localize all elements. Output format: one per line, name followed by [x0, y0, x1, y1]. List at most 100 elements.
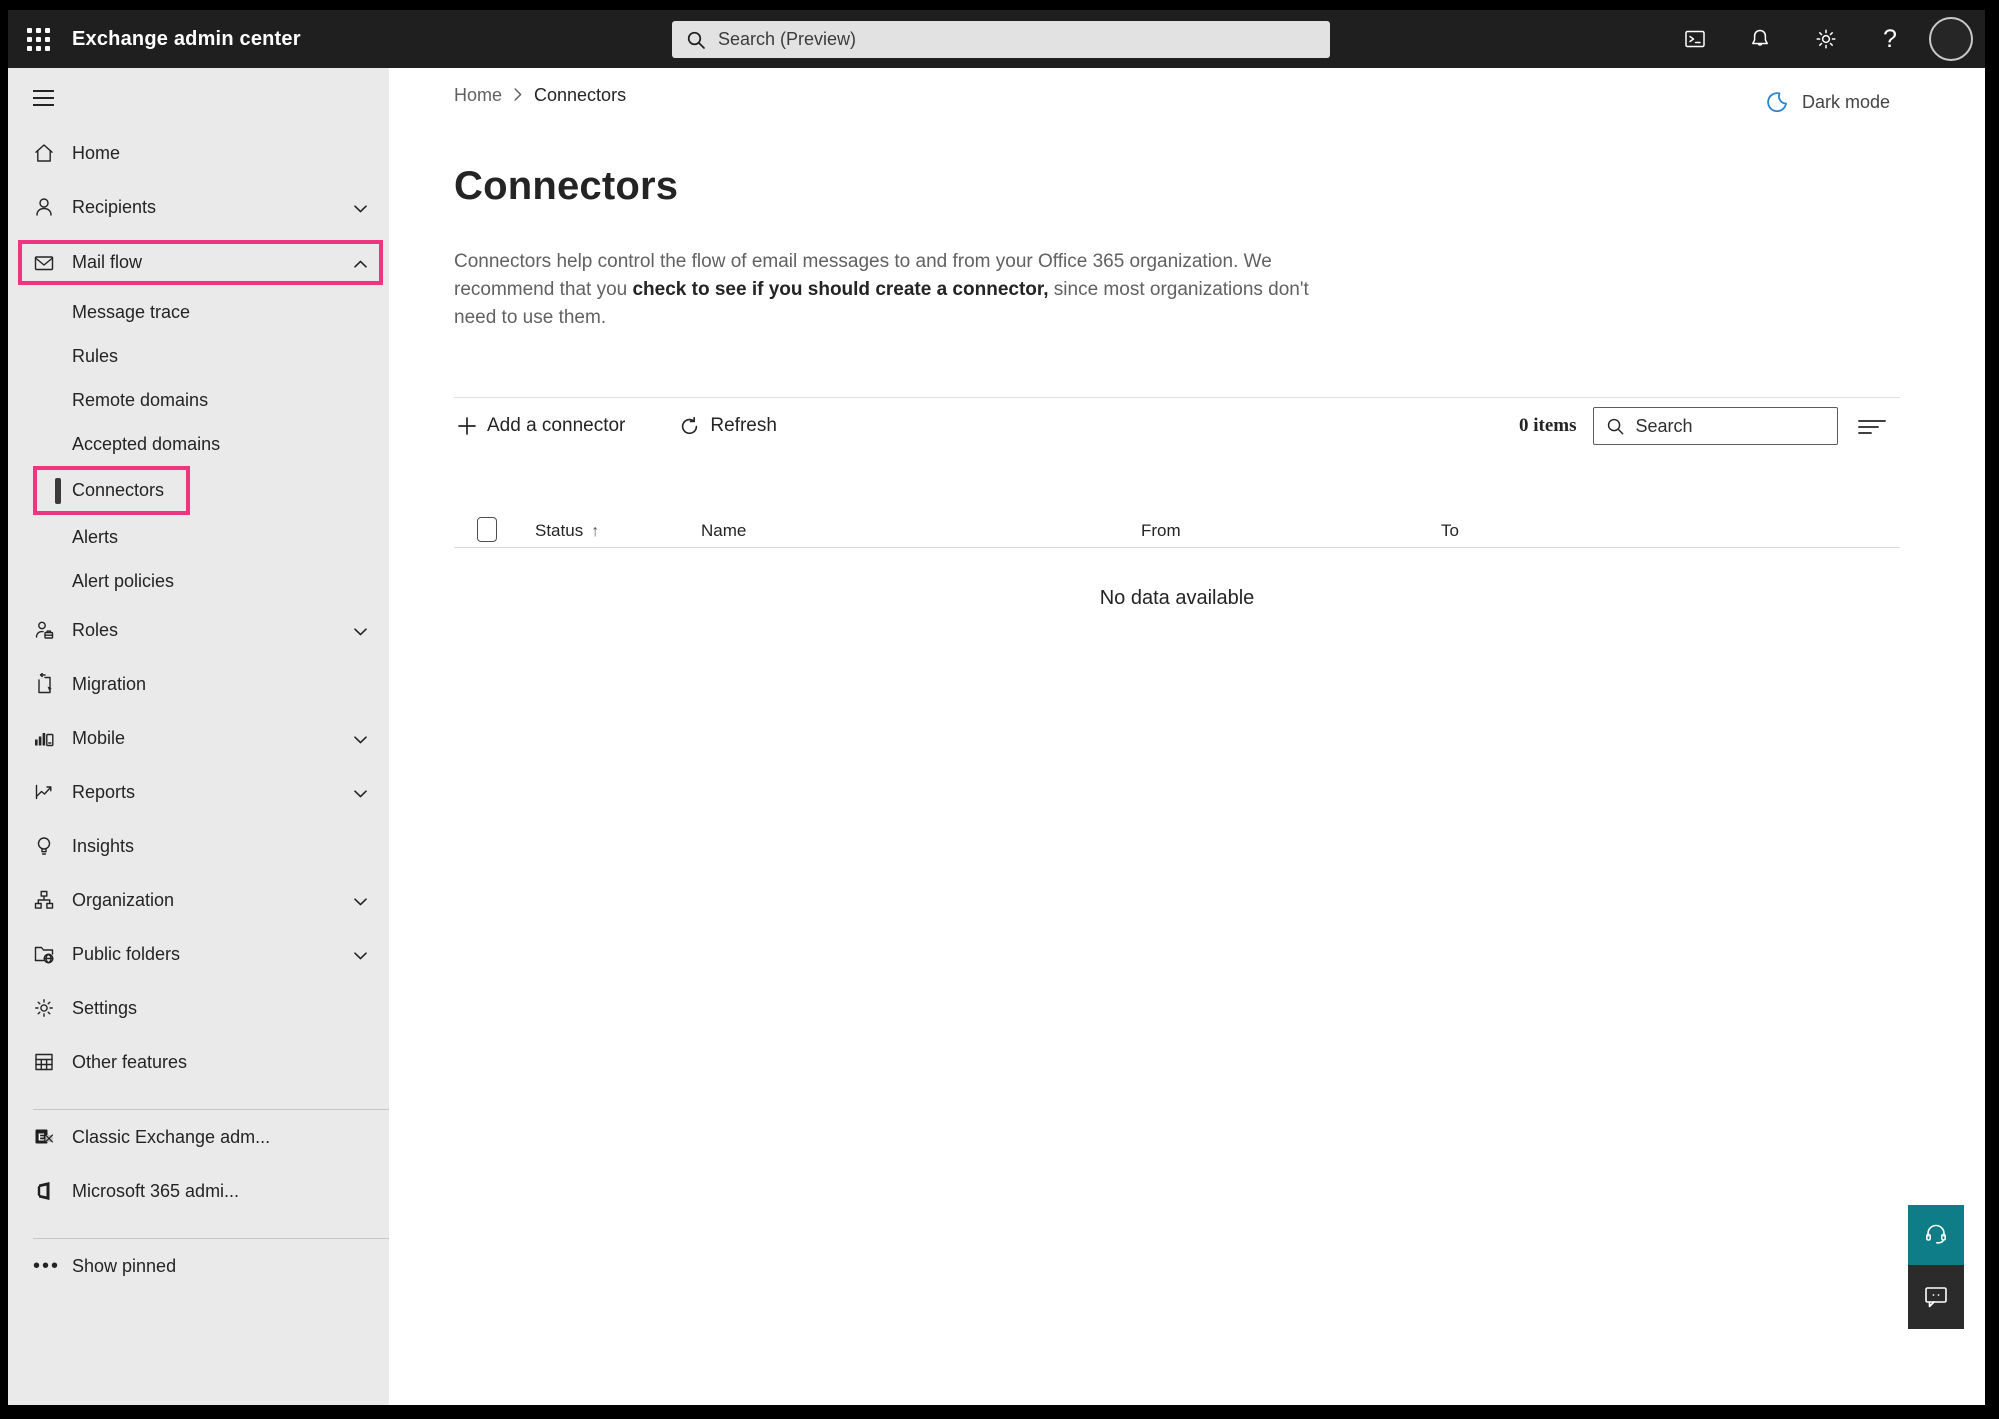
- sidebar-item-m365-admin[interactable]: Microsoft 365 admi...: [8, 1164, 389, 1218]
- toolbar-divider: [454, 397, 1900, 398]
- global-search-box[interactable]: [672, 21, 1330, 58]
- microsoft-365-logo-icon: [33, 1180, 55, 1202]
- sidebar-item-label: Other features: [72, 1052, 367, 1073]
- waffle-icon: [27, 28, 50, 51]
- dark-mode-toggle[interactable]: Dark mode: [1765, 90, 1890, 114]
- sidebar-item-other-features[interactable]: Other features: [8, 1035, 389, 1089]
- settings-button[interactable]: [1806, 19, 1846, 59]
- moon-icon: [1765, 90, 1789, 114]
- add-connector-button[interactable]: Add a connector: [451, 411, 631, 441]
- app-launcher-button[interactable]: [16, 17, 60, 61]
- sidebar-item-label: Alerts: [72, 527, 118, 548]
- sidebar-item-roles[interactable]: Roles: [8, 603, 389, 657]
- select-all-checkbox[interactable]: [477, 517, 497, 542]
- sidebar-item-accepted-domains[interactable]: Accepted domains: [8, 422, 389, 466]
- sidebar-item-label: Microsoft 365 admi...: [72, 1181, 367, 1202]
- breadcrumb-home-link[interactable]: Home: [454, 85, 502, 106]
- refresh-button[interactable]: Refresh: [673, 411, 783, 441]
- refresh-label: Refresh: [710, 415, 777, 437]
- person-briefcase-icon: [33, 619, 55, 641]
- page-title: Connectors: [454, 164, 678, 209]
- sidebar-item-classic-exchange[interactable]: E Classic Exchange adm...: [8, 1110, 389, 1164]
- nav-collapse-button[interactable]: [8, 76, 389, 120]
- column-header-name[interactable]: Name: [701, 521, 746, 541]
- lightbulb-icon: [33, 835, 55, 857]
- add-connector-label: Add a connector: [487, 415, 625, 437]
- sidebar-item-label: Migration: [72, 674, 367, 695]
- sidebar-item-remote-domains[interactable]: Remote domains: [8, 378, 389, 422]
- left-nav: Home Recipients Mail flow: [8, 68, 389, 1405]
- dark-mode-label: Dark mode: [1802, 92, 1890, 113]
- chevron-down-icon: [354, 728, 367, 749]
- sidebar-item-connectors-selected[interactable]: Connectors: [33, 466, 190, 515]
- app-title: Exchange admin center: [72, 28, 301, 51]
- sort-ascending-icon: ↑: [591, 523, 599, 540]
- sidebar-item-label: Settings: [72, 998, 367, 1019]
- search-icon: [686, 30, 706, 50]
- sidebar-item-alert-policies[interactable]: Alert policies: [8, 559, 389, 603]
- items-count: 0 items: [1519, 415, 1577, 437]
- breadcrumb: Home Connectors: [454, 85, 626, 106]
- sidebar-item-home[interactable]: Home: [8, 126, 389, 180]
- sidebar-item-rules[interactable]: Rules: [8, 334, 389, 378]
- speech-bubble-icon: [1922, 1284, 1950, 1310]
- sidebar-item-migration[interactable]: Migration: [8, 657, 389, 711]
- chevron-down-icon: [354, 944, 367, 965]
- column-header-to[interactable]: To: [1441, 521, 1459, 541]
- sidebar-item-label: Reports: [72, 782, 337, 803]
- svg-text:E: E: [38, 1133, 45, 1144]
- person-icon: [33, 196, 55, 218]
- table-header-divider: [454, 547, 1900, 548]
- show-pinned-button[interactable]: ••• Show pinned: [8, 1239, 389, 1293]
- sidebar-item-recipients[interactable]: Recipients: [8, 180, 389, 234]
- sidebar-item-insights[interactable]: Insights: [8, 819, 389, 873]
- global-search-input[interactable]: [718, 29, 1316, 50]
- sidebar-item-label: Organization: [72, 890, 337, 911]
- account-avatar[interactable]: [1929, 17, 1973, 61]
- filter-icon: [1858, 416, 1886, 436]
- gear-icon: [33, 997, 55, 1019]
- gear-icon: [1814, 27, 1838, 51]
- column-header-from[interactable]: From: [1141, 521, 1181, 541]
- help-support-button[interactable]: [1908, 1205, 1964, 1265]
- sidebar-item-label: Rules: [72, 346, 118, 367]
- breadcrumb-current: Connectors: [534, 85, 626, 106]
- question-mark-icon: ?: [1883, 25, 1897, 54]
- notifications-button[interactable]: [1740, 19, 1780, 59]
- sidebar-item-label: Classic Exchange adm...: [72, 1127, 367, 1148]
- description-link[interactable]: check to see if you should create a conn…: [632, 279, 1048, 300]
- empty-table-message: No data available: [454, 587, 1900, 610]
- sidebar-item-label: Mobile: [72, 728, 337, 749]
- list-search-input[interactable]: [1636, 416, 1825, 437]
- sidebar-item-alerts[interactable]: Alerts: [8, 515, 389, 559]
- sidebar-item-mail-flow[interactable]: Mail flow: [18, 240, 383, 285]
- hamburger-icon: [33, 90, 54, 106]
- cli-console-button[interactable]: [1675, 19, 1715, 59]
- sidebar-item-organization[interactable]: Organization: [8, 873, 389, 927]
- document-arrow-icon: [33, 673, 55, 695]
- sidebar-item-mobile[interactable]: Mobile: [8, 711, 389, 765]
- sidebar-item-reports[interactable]: Reports: [8, 765, 389, 819]
- sidebar-item-public-folders[interactable]: Public folders: [8, 927, 389, 981]
- help-button[interactable]: ?: [1870, 19, 1910, 59]
- bell-icon: [1748, 27, 1772, 51]
- page-description: Connectors help control the flow of emai…: [454, 248, 1314, 332]
- feedback-button[interactable]: [1908, 1265, 1964, 1329]
- plus-icon: [457, 416, 477, 436]
- sidebar-item-label: Recipients: [72, 197, 337, 218]
- sidebar-item-label: Message trace: [72, 302, 190, 323]
- sidebar-item-message-trace[interactable]: Message trace: [8, 290, 389, 334]
- sidebar-item-label: Roles: [72, 620, 337, 641]
- sidebar-item-label: Insights: [72, 836, 367, 857]
- column-header-status[interactable]: Status↑: [535, 521, 599, 541]
- list-search-box[interactable]: [1593, 407, 1838, 445]
- line-chart-icon: [33, 781, 55, 803]
- sidebar-item-label: Public folders: [72, 944, 337, 965]
- chevron-down-icon: [354, 890, 367, 911]
- chevron-up-icon: [354, 252, 367, 273]
- filter-button[interactable]: [1854, 408, 1890, 444]
- main-content: Home Connectors Dark mode Connectors Con…: [389, 68, 1985, 1405]
- sidebar-item-settings[interactable]: Settings: [8, 981, 389, 1035]
- top-bar: Exchange admin center: [8, 10, 1985, 68]
- mail-icon: [33, 252, 55, 274]
